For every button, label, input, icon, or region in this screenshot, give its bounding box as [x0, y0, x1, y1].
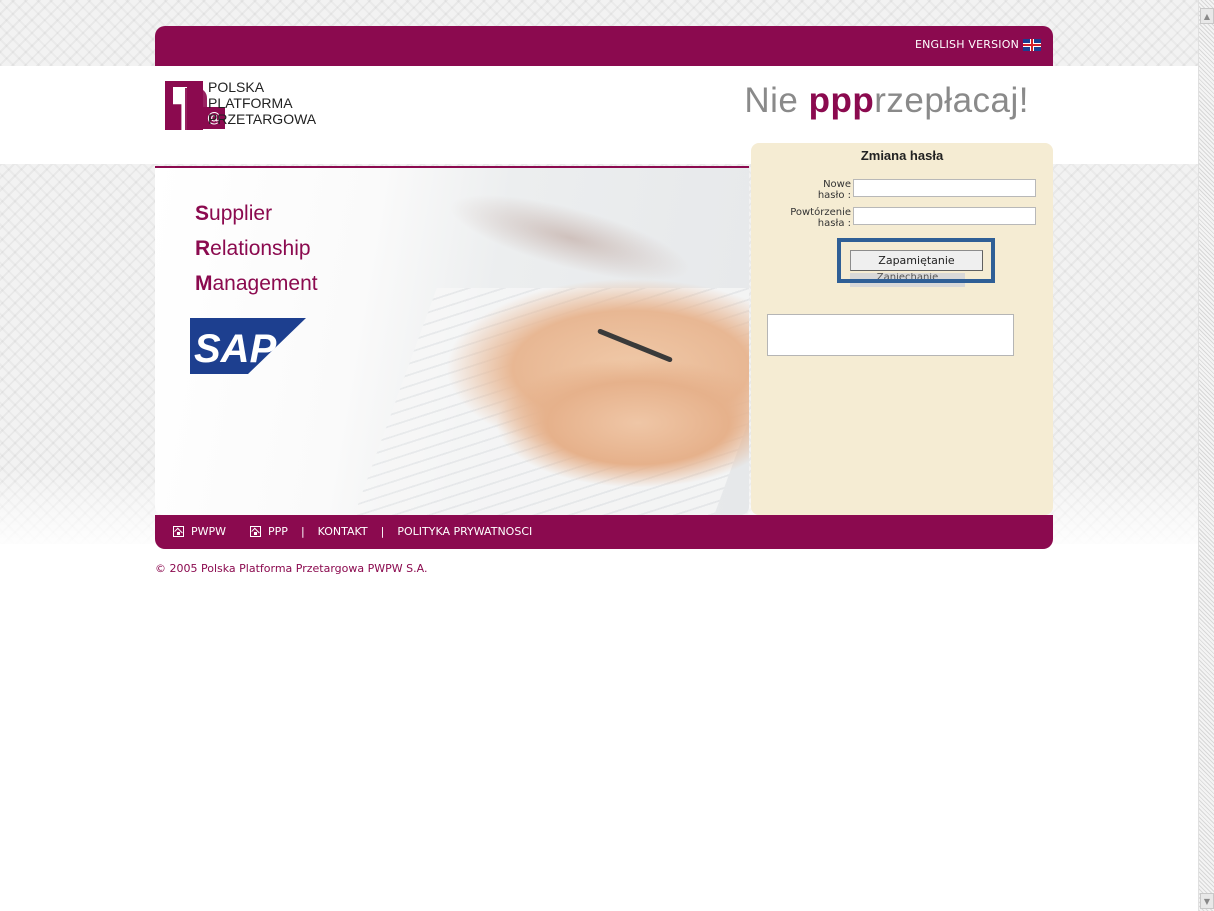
english-version-link[interactable]: ENGLISH VERSION — [915, 38, 1041, 51]
slogan-prefix: Nie — [744, 81, 809, 120]
home-icon — [250, 526, 262, 537]
logo-line-2: PLATFORMA — [208, 95, 293, 111]
srm-heading: Supplier Relationship Management — [195, 196, 318, 301]
english-version-label: ENGLISH VERSION — [914, 38, 1019, 51]
message-box — [767, 314, 1014, 356]
logo-line-3: PRZETARGOWA — [208, 111, 317, 127]
srm-line-management: Management — [195, 272, 318, 295]
vertical-scrollbar[interactable]: ▲ ▼ — [1198, 0, 1214, 911]
nav-item-privacy-policy[interactable]: POLITYKA PRYWATNOSCI — [397, 525, 532, 538]
repeat-password-field[interactable] — [853, 207, 1036, 225]
srm-line-relationship: Relationship — [195, 237, 311, 260]
nav-item-kontakt[interactable]: KONTAKT — [318, 525, 368, 538]
uk-flag-icon — [1023, 38, 1041, 51]
new-password-field[interactable] — [853, 179, 1036, 197]
slogan: Nie ppprzepłacaj! — [744, 81, 1029, 121]
new-password-label: Nowe hasło : — [817, 179, 851, 201]
slogan-suffix: rzepłacaj! — [874, 81, 1029, 120]
footer-bar: PWPW PPP | KONTAKT | POLITYKA PRYWATNOSC… — [155, 515, 1053, 549]
home-icon — [173, 526, 184, 537]
repeat-password-label: Powtórzenie hasła : — [790, 207, 851, 229]
hero-banner: Supplier Relationship Management SAP — [155, 166, 749, 515]
scroll-down-arrow-icon[interactable]: ▼ — [1200, 893, 1214, 909]
panel-title: Zmiana hasła — [860, 148, 944, 163]
nav-separator: | — [380, 525, 385, 538]
copyright-text: © 2005 Polska Platforma Przetargowa PWPW… — [155, 562, 428, 575]
nav-item-ppp-label: PPP — [268, 525, 288, 538]
svg-text:SAP: SAP — [194, 327, 277, 371]
nav-separator: | — [300, 525, 305, 538]
nav-item-ppp[interactable]: PPP — [250, 525, 288, 538]
slogan-bold: ppp — [808, 81, 875, 120]
logo-line-1: POLSKA — [208, 79, 265, 95]
top-bar: ENGLISH VERSION — [155, 26, 1053, 66]
srm-line-supplier: Supplier — [195, 202, 273, 225]
password-change-panel: Zmiana hasła Nowe hasło : Powtórzenie ha… — [751, 143, 1053, 515]
scroll-up-arrow-icon[interactable]: ▲ — [1200, 8, 1214, 24]
nav-item-pwpw-label: PWPW — [191, 525, 227, 538]
footer-nav: PWPW PPP | KONTAKT | POLITYKA PRYWATNOSC… — [173, 525, 532, 538]
logo-text: POLSKA PLATFORMA PRZETARGOWA — [208, 79, 316, 127]
hands-image-lower — [495, 358, 749, 488]
sap-logo: SAP — [190, 318, 306, 374]
save-button[interactable]: Zapamiętanie — [850, 250, 983, 271]
nav-item-pwpw[interactable]: PWPW — [173, 525, 226, 538]
